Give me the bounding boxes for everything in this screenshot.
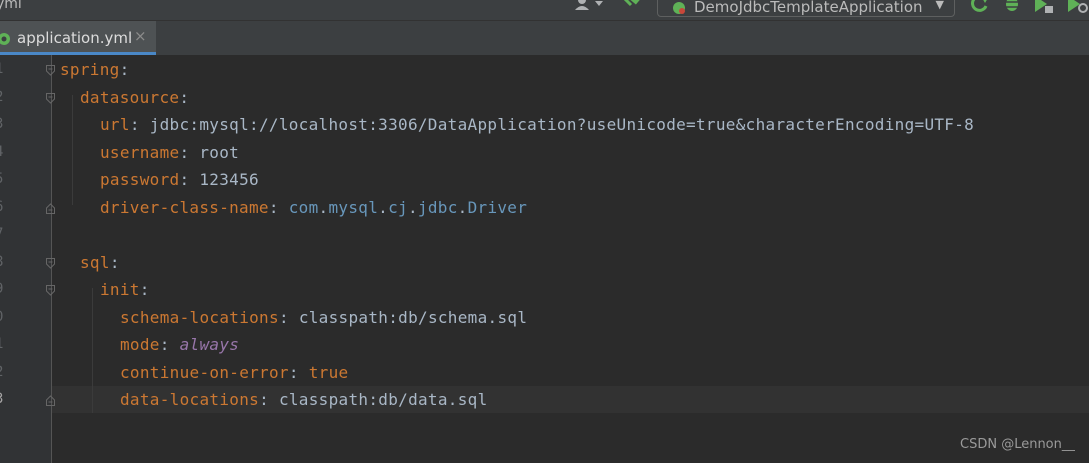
yaml-colon: : — [288, 363, 299, 382]
code-line-current: 3 data-locations: classpath:db/data.sql — [0, 387, 1089, 414]
code-line: 0 schema-locations: classpath:db/schema.… — [0, 305, 1089, 332]
debug-bug-icon[interactable] — [1002, 0, 1022, 18]
chevron-down-icon: ▼ — [935, 0, 944, 11]
line-number: 4 — [0, 144, 9, 160]
line-number: 8 — [0, 254, 9, 270]
line-number: 6 — [0, 199, 9, 215]
code-line: 1 spring: — [0, 57, 1089, 84]
class-reference: Driver — [467, 198, 528, 217]
yaml-colon: : — [159, 335, 170, 354]
yaml-colon: : — [179, 88, 190, 107]
spring-app-icon — [673, 2, 685, 14]
tab-application-yml[interactable]: application.yml × — [0, 21, 156, 55]
code-line: 7 — [0, 222, 1089, 249]
line-number: 2 — [0, 364, 9, 380]
yaml-key: continue-on-error — [120, 363, 289, 382]
yaml-value: root — [199, 143, 240, 162]
yaml-key: url — [100, 115, 130, 134]
build-hammer-icon[interactable] — [621, 0, 643, 18]
code-line: 1 mode: always — [0, 332, 1089, 359]
yaml-colon: : — [179, 143, 190, 162]
fold-marker-icon[interactable] — [46, 285, 55, 296]
line-number: 2 — [0, 89, 9, 105]
code-line: 5 password: 123456 — [0, 167, 1089, 194]
breadcrumb[interactable]: yml — [0, 0, 22, 12]
code-line: 6 driver-class-name: com.mysql.cj.jdbc.D… — [0, 195, 1089, 222]
yml-file-icon — [0, 33, 10, 45]
line-number: 5 — [0, 171, 9, 187]
line-number: 1 — [0, 61, 9, 77]
line-number: 3 — [0, 391, 9, 407]
user-icon[interactable] — [573, 0, 605, 18]
code-line: 4 username: root — [0, 140, 1089, 167]
yaml-value: classpath:db/schema.sql — [298, 308, 528, 327]
yaml-key: username — [100, 143, 180, 162]
yaml-key: datasource — [80, 88, 180, 107]
yaml-colon: : — [129, 115, 140, 134]
line-number: 1 — [0, 336, 9, 352]
yaml-key: sql — [80, 253, 110, 272]
profile-icon[interactable] — [1066, 0, 1089, 18]
yaml-value: true — [308, 363, 349, 382]
yaml-key: spring — [60, 60, 120, 79]
line-number: 7 — [0, 226, 9, 242]
yaml-key: driver-class-name — [100, 198, 269, 217]
yaml-value: jdbc:mysql://localhost:3306/DataApplicat… — [149, 115, 975, 134]
code-line: 8 sql: — [0, 250, 1089, 277]
yaml-key: mode — [120, 335, 160, 354]
yaml-value: classpath:db/data.sql — [278, 390, 488, 409]
line-number: 3 — [0, 116, 9, 132]
fold-marker-icon[interactable] — [46, 65, 55, 76]
yaml-colon: : — [268, 198, 279, 217]
watermark: CSDN @Lennon__ — [960, 437, 1075, 452]
yaml-value: 123456 — [199, 170, 259, 189]
line-number: 9 — [0, 281, 9, 297]
fold-marker-icon[interactable] — [46, 395, 55, 406]
yaml-colon: : — [139, 280, 150, 299]
toolbar: yml DemoJdbcTemplateApplication ▼ — [0, 0, 1089, 21]
run-configuration-selector[interactable]: DemoJdbcTemplateApplication ▼ — [657, 0, 955, 17]
yaml-value: always — [179, 335, 240, 354]
code-line: 3 url: jdbc:mysql://localhost:3306/DataA… — [0, 112, 1089, 139]
code-editor[interactable]: 1 spring: 2 datasource: 3 url: jdbc:mysq… — [0, 55, 1089, 463]
yaml-key: schema-locations — [120, 308, 279, 327]
fold-marker-icon[interactable] — [46, 258, 55, 269]
yaml-colon: : — [278, 308, 289, 327]
yaml-colon: : — [109, 253, 120, 272]
code-line: 2 continue-on-error: true — [0, 360, 1089, 387]
rerun-icon[interactable] — [969, 0, 991, 18]
yaml-colon: : — [259, 390, 269, 409]
editor-tab-strip: application.yml × — [0, 21, 1089, 56]
coverage-icon[interactable] — [1033, 0, 1055, 18]
class-reference: com — [288, 198, 319, 217]
class-reference: jdbc — [417, 198, 458, 217]
class-reference: cj — [388, 198, 408, 217]
yaml-key: init — [100, 280, 140, 299]
line-number: 0 — [0, 309, 9, 325]
close-icon[interactable]: × — [134, 27, 147, 45]
yaml-key: password — [100, 170, 180, 189]
fold-marker-icon[interactable] — [46, 203, 55, 214]
code-line: 9 init: — [0, 277, 1089, 304]
code-line: 2 datasource: — [0, 85, 1089, 112]
yaml-key: data-locations — [120, 390, 260, 409]
yaml-colon: : — [179, 170, 190, 189]
class-reference: mysql — [328, 198, 379, 217]
yaml-colon: : — [119, 60, 130, 79]
tab-title: application.yml — [17, 29, 133, 47]
run-config-label: DemoJdbcTemplateApplication — [694, 0, 923, 16]
fold-marker-icon[interactable] — [46, 93, 55, 104]
